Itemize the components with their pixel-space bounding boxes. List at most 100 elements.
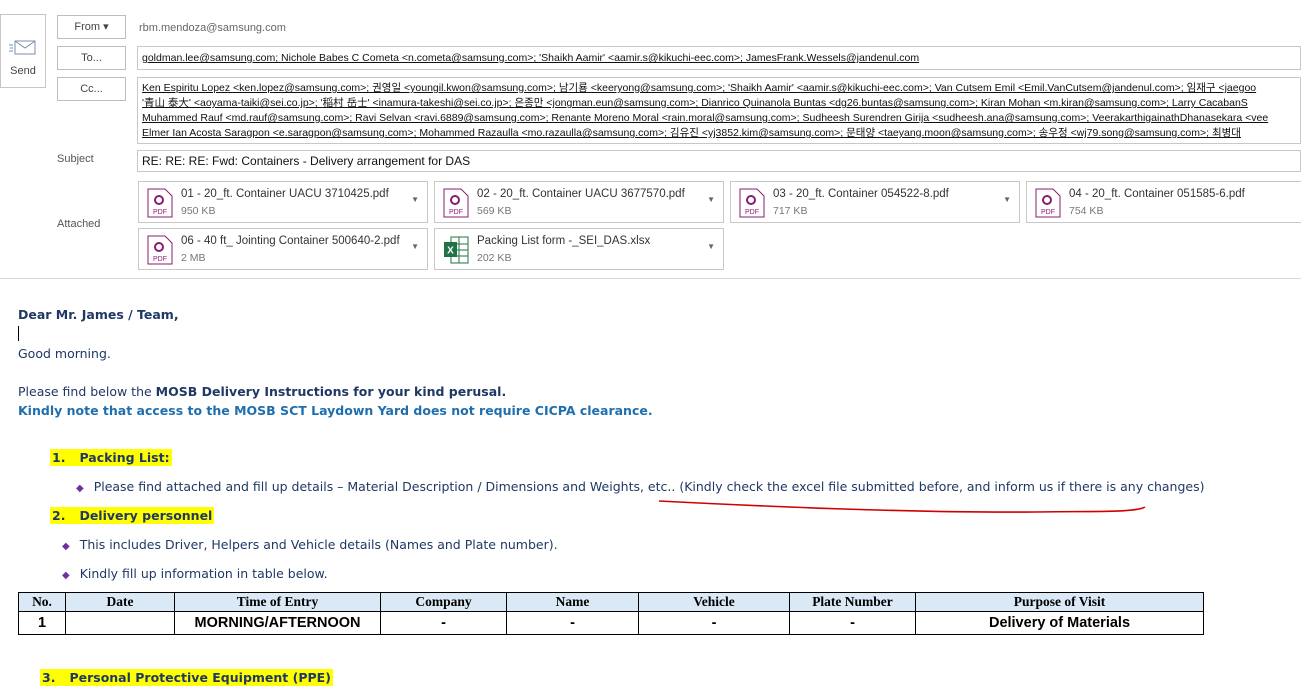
- to-button[interactable]: To...: [57, 46, 126, 70]
- header-divider: [0, 278, 1301, 279]
- pdf-icon: PDF: [147, 188, 173, 218]
- item-2-title: Delivery personnel: [67, 507, 215, 524]
- from-button[interactable]: From ▾: [57, 15, 126, 39]
- column-header: Plate Number: [789, 592, 916, 612]
- cc-button[interactable]: Cc...: [57, 77, 126, 101]
- item-1-text: Please find attached and fill up details…: [93, 479, 676, 494]
- table-row: 1 MORNING/AFTERNOON - - - - Delivery of …: [18, 611, 1204, 635]
- item-2-heading: 2. Delivery personnel: [50, 507, 215, 524]
- send-envelope-icon: [9, 40, 36, 55]
- item-1-heading: 1. Packing List:: [50, 449, 172, 466]
- from-address: rbm.mendoza@samsung.com: [139, 22, 286, 34]
- bullet-arrow-icon: ◆: [62, 541, 70, 552]
- item-2-bullet-1: ◆ This includes Driver, Helpers and Vehi…: [62, 537, 558, 552]
- attached-label: Attached: [57, 218, 101, 230]
- to-recipients: goldman.lee@samsung.com; Nichole Babes C…: [142, 52, 920, 64]
- attachment-name: Packing List form -_SEI_DAS.xlsx: [477, 235, 651, 247]
- column-header: Company: [380, 592, 507, 612]
- chevron-down-icon[interactable]: ▼: [411, 195, 419, 204]
- svg-text:PDF: PDF: [153, 256, 167, 263]
- chevron-down-icon[interactable]: ▼: [1003, 195, 1011, 204]
- column-header: No.: [18, 592, 66, 612]
- table-header-row: No. Date Time of Entry Company Name Vehi…: [18, 592, 1204, 612]
- cc-field[interactable]: Ken Espiritu Lopez <ken.lopez@samsung.co…: [137, 77, 1301, 144]
- table-cell[interactable]: -: [380, 611, 507, 635]
- attachment[interactable]: PDF 06 - 40 ft_ Jointing Container 50064…: [138, 228, 428, 270]
- pdf-icon: PDF: [443, 188, 469, 218]
- chevron-down-icon[interactable]: ▼: [707, 195, 715, 204]
- item-1-bullet: ◆ Please find attached and fill up detai…: [76, 479, 1205, 494]
- attachment[interactable]: PDF 02 - 20_ft. Container UACU 3677570.p…: [434, 181, 724, 223]
- subject-label: Subject: [57, 153, 94, 165]
- item-2-bullet-1-text: This includes Driver, Helpers and Vehicl…: [79, 537, 558, 552]
- table-cell[interactable]: -: [789, 611, 916, 635]
- pdf-icon: PDF: [1035, 188, 1061, 218]
- table-cell[interactable]: MORNING/AFTERNOON: [174, 611, 381, 635]
- item-2-bullet-2: ◆ Kindly fill up information in table be…: [62, 566, 328, 581]
- item-1-number: 1.: [50, 449, 68, 466]
- table-cell[interactable]: Delivery of Materials: [915, 611, 1204, 635]
- item-2-number: 2.: [50, 507, 68, 524]
- column-header: Time of Entry: [174, 592, 381, 612]
- svg-text:X: X: [447, 246, 454, 257]
- greeting: Dear Mr. James / Team,: [18, 307, 179, 322]
- column-header: Name: [506, 592, 639, 612]
- chevron-down-icon[interactable]: ▼: [411, 242, 419, 251]
- attachment-name: 04 - 20_ft. Container 051585-6.pdf: [1069, 188, 1245, 200]
- attachment-name: 02 - 20_ft. Container UACU 3677570.pdf: [477, 188, 685, 200]
- attachment[interactable]: PDF 03 - 20_ft. Container 054522-8.pdf 7…: [730, 181, 1020, 223]
- good-morning: Good morning.: [18, 346, 111, 361]
- visit-details-table: No. Date Time of Entry Company Name Vehi…: [18, 592, 1204, 635]
- table-cell[interactable]: 1: [18, 611, 66, 635]
- item-2-bullet-2-text: Kindly fill up information in table belo…: [79, 566, 328, 581]
- item-1-title: Packing List:: [67, 449, 172, 466]
- send-label: Send: [10, 65, 36, 77]
- pdf-icon: PDF: [739, 188, 765, 218]
- svg-text:PDF: PDF: [1041, 209, 1055, 216]
- item-3-heading: 3. Personal Protective Equipment (PPE): [40, 669, 333, 686]
- pdf-icon: PDF: [147, 235, 173, 265]
- subject-value: RE: RE: RE: Fwd: Containers - Delivery a…: [142, 154, 471, 168]
- attachment-size: 754 KB: [1069, 205, 1104, 217]
- attachment-size: 2 MB: [181, 252, 206, 264]
- svg-text:PDF: PDF: [449, 209, 463, 216]
- subject-field[interactable]: RE: RE: RE: Fwd: Containers - Delivery a…: [137, 150, 1301, 172]
- cc-line: '青山 泰大' <aoyama-taiki@sei.co.jp>; '稲村 岳士…: [142, 97, 1248, 109]
- attachment-name: 06 - 40 ft_ Jointing Container 500640-2.…: [181, 235, 400, 247]
- table-cell[interactable]: [65, 611, 175, 635]
- intro-bold: MOSB Delivery Instructions for your kind…: [155, 384, 507, 399]
- attachment-size: 202 KB: [477, 252, 512, 264]
- column-header: Date: [65, 592, 175, 612]
- chevron-down-icon[interactable]: ▼: [707, 242, 715, 251]
- attachment-size: 569 KB: [477, 205, 512, 217]
- excel-icon: X: [444, 236, 469, 264]
- text-cursor: [18, 326, 19, 341]
- column-header: Purpose of Visit: [915, 592, 1204, 612]
- cicpa-note: Kindly note that access to the MOSB SCT …: [18, 403, 653, 418]
- attachment-size: 717 KB: [773, 205, 808, 217]
- cc-line: Muhammed Rauf <md.rauf@samsung.com>; Rav…: [142, 112, 1269, 124]
- attachment[interactable]: PDF 01 - 20_ft. Container UACU 3710425.p…: [138, 181, 428, 223]
- intro-prefix: Please find below the: [18, 384, 156, 399]
- cc-line: Elmer Ian Acosta Saragpon <e.saragpon@sa…: [142, 127, 1241, 139]
- cc-line: Ken Espiritu Lopez <ken.lopez@samsung.co…: [142, 82, 1257, 94]
- attachment-name: 03 - 20_ft. Container 054522-8.pdf: [773, 188, 949, 200]
- bullet-arrow-icon: ◆: [76, 483, 84, 494]
- intro-line: Please find below the MOSB Delivery Inst…: [18, 384, 506, 399]
- item-1-note: (Kindly check the excel file submitted b…: [675, 479, 1205, 494]
- table-cell[interactable]: -: [506, 611, 639, 635]
- item-3-number: 3.: [40, 669, 58, 686]
- column-header: Vehicle: [638, 592, 790, 612]
- svg-text:PDF: PDF: [153, 209, 167, 216]
- attachment[interactable]: X Packing List form -_SEI_DAS.xlsx 202 K…: [434, 228, 724, 270]
- to-field[interactable]: goldman.lee@samsung.com; Nichole Babes C…: [137, 46, 1301, 70]
- attachment-name: 01 - 20_ft. Container UACU 3710425.pdf: [181, 188, 389, 200]
- item-3-title: Personal Protective Equipment (PPE): [57, 669, 333, 686]
- attachment[interactable]: PDF 04 - 20_ft. Container 051585-6.pdf 7…: [1026, 181, 1301, 223]
- red-underline-annotation: [658, 500, 1146, 513]
- send-button[interactable]: Send: [0, 14, 46, 88]
- table-cell[interactable]: -: [638, 611, 790, 635]
- attachment-size: 950 KB: [181, 205, 216, 217]
- svg-text:PDF: PDF: [745, 209, 759, 216]
- bullet-arrow-icon: ◆: [62, 570, 70, 581]
